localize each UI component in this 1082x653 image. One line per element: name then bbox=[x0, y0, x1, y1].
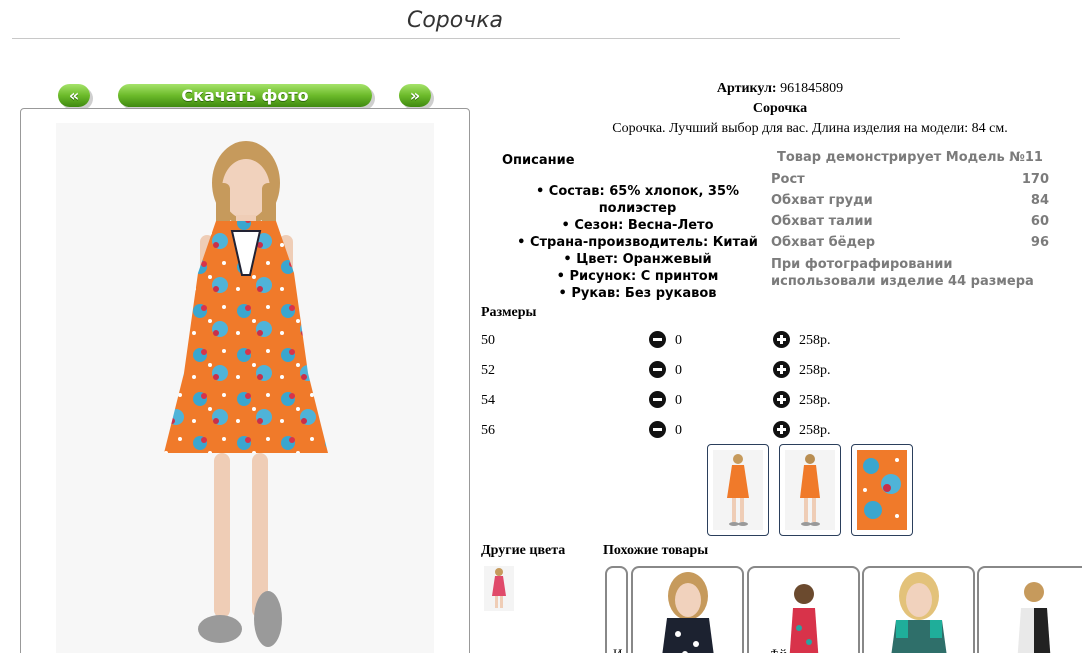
description-item: Рисунок: С принтом bbox=[500, 268, 775, 285]
description-list: Состав: 65% хлопок, 35% полиэстер Сезон:… bbox=[500, 183, 775, 302]
model-params: Товар демонстрирует Модель №11 Рост 170 … bbox=[771, 150, 1049, 290]
plus-icon[interactable] bbox=[773, 331, 790, 348]
prev-photo-button[interactable]: « bbox=[58, 84, 90, 107]
main-photo[interactable] bbox=[20, 108, 470, 653]
plus-icon[interactable] bbox=[773, 421, 790, 438]
similar-product-card[interactable] bbox=[862, 566, 975, 653]
other-color-image bbox=[492, 568, 506, 608]
description-item: Сезон: Весна-Лето bbox=[500, 217, 775, 234]
thumbnail-image bbox=[785, 450, 835, 530]
size-row: 52 0 258р. bbox=[481, 361, 881, 381]
thumbnail-fabric bbox=[857, 450, 907, 530]
size-label: 56 bbox=[481, 423, 495, 438]
description-item: Цвет: Оранжевый bbox=[500, 251, 775, 268]
model-row-label: Обхват талии bbox=[771, 214, 873, 229]
description-item: Состав: 65% хлопок, 35% полиэстер bbox=[500, 183, 775, 217]
description-item: Страна-производитель: Китай bbox=[500, 234, 775, 251]
model-title: Товар демонстрирует Модель №11 bbox=[777, 150, 1043, 165]
model-row-label: Обхват бёдер bbox=[771, 235, 876, 250]
article-label: Артикул: bbox=[716, 81, 777, 96]
model-row-label: Обхват груди bbox=[771, 193, 873, 208]
minus-icon[interactable] bbox=[649, 391, 666, 408]
sizes-title: Размеры bbox=[481, 305, 537, 320]
similar-product-image bbox=[662, 572, 714, 653]
similar-product-card[interactable] bbox=[977, 566, 1082, 653]
download-photo-button[interactable]: Скачать фото bbox=[118, 84, 372, 107]
similar-product-image bbox=[1017, 582, 1051, 653]
photo-thumbnail[interactable] bbox=[779, 444, 841, 536]
product-name: Сорочка bbox=[752, 101, 808, 116]
price-value: 258р. bbox=[799, 363, 831, 378]
thumbnail-image bbox=[857, 450, 907, 530]
price-value: 258р. bbox=[799, 393, 831, 408]
model-row: Рост 170 bbox=[771, 169, 1049, 190]
size-label: 50 bbox=[481, 333, 495, 348]
quantity-value: 0 bbox=[675, 393, 682, 408]
quantity-value: 0 bbox=[675, 363, 682, 378]
minus-icon[interactable] bbox=[649, 331, 666, 348]
similar-product-caption: И bbox=[613, 646, 622, 653]
description-item: Рукав: Без рукавов bbox=[500, 285, 775, 302]
similar-products-title: Похожие товары bbox=[603, 543, 709, 558]
article-line: Артикул: 961845809 bbox=[480, 81, 1080, 97]
price-value: 258р. bbox=[799, 333, 831, 348]
model-row-value: 96 bbox=[1030, 235, 1049, 250]
minus-icon[interactable] bbox=[649, 361, 666, 378]
photo-thumbnail[interactable] bbox=[707, 444, 769, 536]
model-row-value: 170 bbox=[1021, 172, 1049, 187]
model-illustration bbox=[164, 141, 328, 647]
similar-product-caption: Ѣй bbox=[771, 646, 787, 653]
model-row: Обхват бёдер 96 bbox=[771, 232, 1049, 253]
price-value: 258р. bbox=[799, 423, 831, 438]
article-value: 961845809 bbox=[780, 81, 844, 96]
size-label: 52 bbox=[481, 363, 495, 378]
thumbnail-image bbox=[713, 450, 763, 530]
minus-icon[interactable] bbox=[649, 421, 666, 438]
photo-thumbnail[interactable] bbox=[851, 444, 913, 536]
similar-product-image bbox=[891, 572, 947, 653]
thumbnail-front bbox=[727, 454, 749, 526]
similar-product-card[interactable]: И bbox=[605, 566, 628, 653]
size-label: 54 bbox=[481, 393, 495, 408]
plus-icon[interactable] bbox=[773, 391, 790, 408]
next-photo-button[interactable]: » bbox=[399, 84, 431, 107]
similar-product-image bbox=[789, 584, 819, 653]
product-description: Сорочка. Лучший выбор для вас. Длина изд… bbox=[612, 121, 1008, 136]
description-title: Описание bbox=[502, 153, 575, 168]
similar-product-card[interactable]: Ѣй bbox=[747, 566, 860, 653]
model-row-value: 60 bbox=[1030, 214, 1049, 229]
plus-icon[interactable] bbox=[773, 361, 790, 378]
other-colors-title: Другие цвета bbox=[481, 543, 566, 558]
main-photo-image bbox=[56, 123, 434, 653]
model-row: Обхват груди 84 bbox=[771, 190, 1049, 211]
model-row: Обхват талии 60 bbox=[771, 211, 1049, 232]
model-row-value: 84 bbox=[1030, 193, 1049, 208]
size-row: 54 0 258р. bbox=[481, 391, 881, 411]
quantity-value: 0 bbox=[675, 333, 682, 348]
similar-product-card[interactable] bbox=[631, 566, 744, 653]
other-color-thumbnail[interactable] bbox=[484, 566, 514, 611]
size-row: 50 0 258р. bbox=[481, 331, 881, 351]
thumbnail-back bbox=[800, 454, 820, 526]
size-row: 56 0 258р. bbox=[481, 421, 881, 441]
model-row-label: Рост bbox=[771, 172, 805, 187]
title-divider bbox=[12, 38, 900, 39]
quantity-value: 0 bbox=[675, 423, 682, 438]
model-note: При фотографировании использовали издели… bbox=[771, 257, 1034, 289]
page-title: Сорочка bbox=[406, 8, 503, 33]
